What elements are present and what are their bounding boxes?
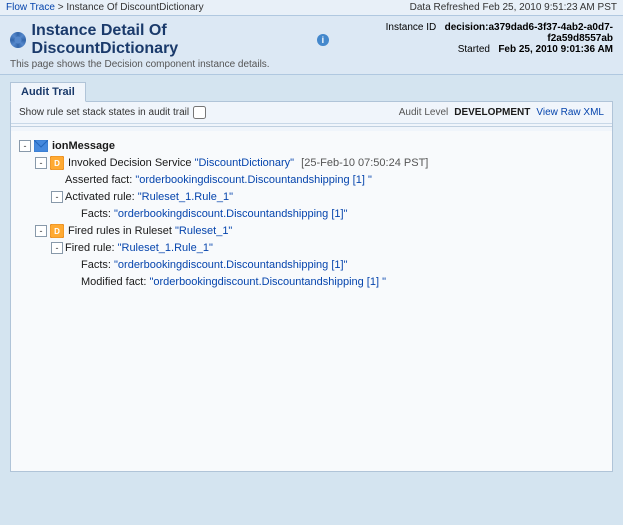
expand-btn-fired-ruleset[interactable]: - [35,225,47,237]
tree-node-fired-rule: - Fired rule: "Ruleset_1.Rule_1" [51,240,604,256]
node-text-invoked: Invoked Decision Service "DiscountDictio… [68,155,428,171]
tree-node-facts1: Facts: "orderbookingdiscount.Discountand… [67,206,604,222]
instance-id-row: Instance ID decision:a379dad6-3f37-4ab2-… [329,22,613,44]
facts2-value: "orderbookingdiscount.Discountandshippin… [114,259,347,271]
tab-container: Audit Trail [0,75,623,101]
audit-right: Audit Level DEVELOPMENT View Raw XML [399,107,604,118]
svg-text:D: D [54,159,60,168]
node-text-facts2: Facts: "orderbookingdiscount.Discountand… [81,257,347,273]
tree-node-asserted: Asserted fact: "orderbookingdiscount.Dis… [51,172,604,188]
show-rule-checkbox[interactable] [193,106,206,119]
tree-node-invoked: - D Invoked Decision Service "DiscountDi… [35,155,604,171]
node-text-root: ionMessage [52,138,115,154]
node-text-fired-ruleset: Fired rules in Ruleset "Ruleset_1" [68,223,232,239]
node-text-fired-rule: Fired rule: "Ruleset_1.Rule_1" [65,240,213,256]
expand-btn-fired-rule[interactable]: - [51,242,63,254]
invoked-timestamp: [25-Feb-10 07:50:24 PST] [301,157,428,169]
tree-node-root: - ionMessage [19,138,604,154]
activated-value: "Ruleset_1.Rule_1" [138,191,233,203]
main-content: Show rule set stack states in audit trai… [10,101,613,472]
instance-id-label: Instance ID [386,22,437,33]
node-text-facts1: Facts: "orderbookingdiscount.Discountand… [81,206,347,222]
tree-node-facts2: Facts: "orderbookingdiscount.Discountand… [67,257,604,273]
expand-btn-invoked[interactable]: - [35,157,47,169]
decision-icon-fired: D [49,223,65,239]
tree-node-modified: Modified fact: "orderbookingdiscount.Dis… [67,274,604,290]
top-bar: Flow Trace > Instance Of DiscountDiction… [0,0,623,16]
tree-node-activated: - Activated rule: "Ruleset_1.Rule_1" [51,189,604,205]
node-text-modified: Modified fact: "orderbookingdiscount.Dis… [81,274,386,290]
view-raw-xml-link[interactable]: View Raw XML [536,107,604,118]
refresh-info: Data Refreshed Feb 25, 2010 9:51:23 AM P… [410,2,617,13]
tree-node-fired-ruleset: - D Fired rules in Ruleset "Ruleset_1" [35,223,604,239]
info-icon[interactable]: i [317,34,329,46]
envelope-icon [33,138,49,154]
modified-value: "orderbookingdiscount.Discountandshippin… [149,276,386,288]
started-label: Started [458,44,490,55]
audit-level-value: DEVELOPMENT [454,107,530,118]
started-row: Started Feb 25, 2010 9:01:36 AM [329,44,613,55]
breadcrumb: Flow Trace > Instance Of DiscountDiction… [6,2,204,13]
page-title: Instance Detail Of DiscountDictionary i [10,22,329,58]
header-subtitle: This page shows the Decision component i… [10,59,329,70]
breadcrumb-current: Instance Of DiscountDictionary [66,2,203,13]
svg-text:D: D [54,227,60,236]
gear-icon [10,32,26,48]
started-value: Feb 25, 2010 9:01:36 AM [498,44,613,55]
expand-btn-root[interactable]: - [19,140,31,152]
instance-id-value: decision:a379dad6-3f37-4ab2-a0d7-f2a59d8… [445,22,613,44]
header-area: Instance Detail Of DiscountDictionary i … [0,16,623,75]
tab-audit-trail[interactable]: Audit Trail [10,82,86,102]
node-text-asserted: Asserted fact: "orderbookingdiscount.Dis… [65,172,372,188]
show-rule-label: Show rule set stack states in audit trai… [19,106,206,119]
facts1-value: "orderbookingdiscount.Discountandshippin… [114,208,347,220]
invoked-service-name[interactable]: "DiscountDictionary" [195,157,295,169]
node-text-activated: Activated rule: "Ruleset_1.Rule_1" [65,189,233,205]
content-toolbar: Show rule set stack states in audit trai… [11,102,612,124]
breadcrumb-flow-trace[interactable]: Flow Trace [6,2,55,13]
audit-level-label: Audit Level [399,107,448,118]
decision-icon-invoked: D [49,155,65,171]
expand-btn-activated[interactable]: - [51,191,63,203]
tree-content: - ionMessage - D Invoked Decision Servic… [11,131,612,471]
fired-rule-name: "Ruleset_1.Rule_1" [118,242,213,254]
fired-ruleset-name: "Ruleset_1" [175,225,232,237]
asserted-value: "orderbookingdiscount.Discountandshippin… [135,174,372,186]
